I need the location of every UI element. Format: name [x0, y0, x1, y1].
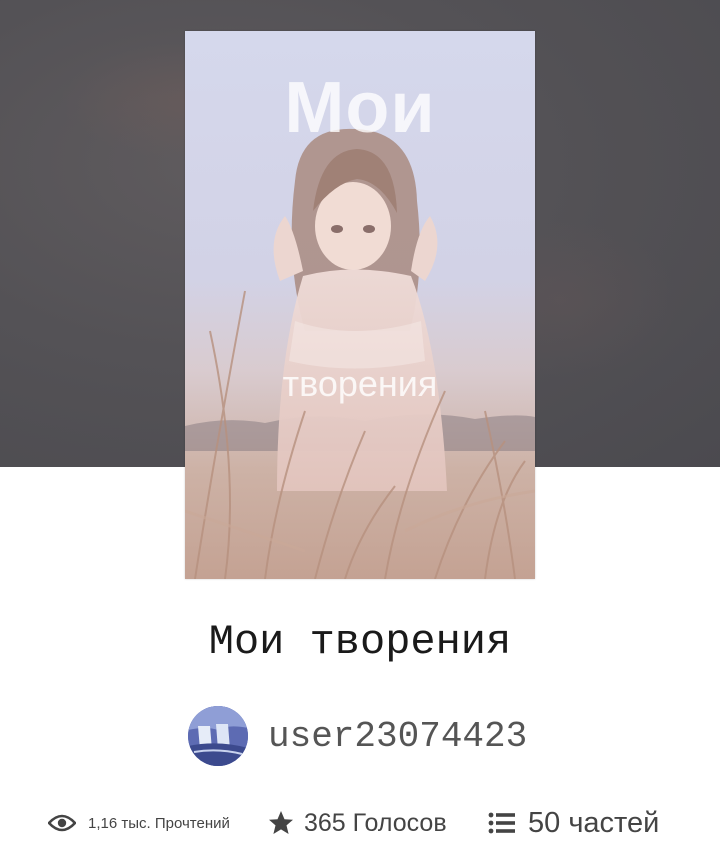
avatar[interactable] [188, 706, 248, 766]
votes-count: 365 Голосов [304, 808, 447, 837]
eye-icon [48, 814, 76, 832]
list-icon [488, 812, 515, 834]
cover-title-top: Мои [284, 68, 436, 148]
reads-stat: 1,16 тыс. Прочтений [48, 800, 230, 846]
story-details-page: Мои творения Мои творения user23074423 1… [0, 0, 720, 866]
avatar-waterfall-icon [188, 706, 248, 766]
parts-count: 50 частей [528, 806, 660, 839]
parts-stat[interactable]: 50 частей [488, 800, 659, 846]
reads-count: 1,16 тыс. Прочтений [88, 814, 230, 832]
cover-title-bottom: творения [282, 363, 438, 404]
story-cover[interactable]: Мои творения [185, 31, 535, 579]
author-link[interactable]: user23074423 [188, 705, 527, 767]
votes-stat: 365 Голосов [268, 800, 447, 846]
author-name[interactable]: user23074423 [268, 716, 527, 757]
story-stats: 1,16 тыс. Прочтений 365 Голосов 50 часте… [48, 800, 688, 846]
story-title: Мои творения [208, 618, 512, 666]
star-icon [269, 811, 293, 834]
